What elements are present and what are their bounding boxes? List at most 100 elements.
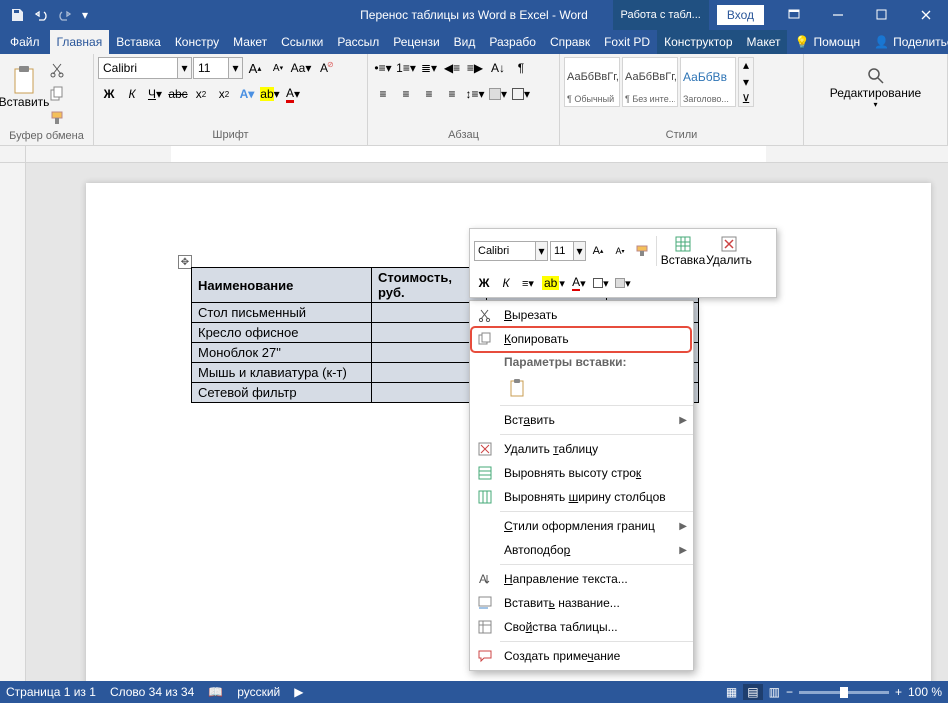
increase-indent-button[interactable]: ≡▶ <box>464 57 486 79</box>
paste-button[interactable]: Вставить <box>4 57 44 117</box>
styles-up-icon[interactable]: ▴ <box>739 58 753 73</box>
status-words[interactable]: Слово 34 из 34 <box>110 685 194 699</box>
zoom-slider[interactable] <box>799 691 889 694</box>
mini-italic[interactable]: К <box>496 273 516 293</box>
cut-button[interactable] <box>46 59 68 81</box>
mini-delete-button[interactable]: Удалить <box>707 233 751 269</box>
borders-button[interactable]: ▾ <box>510 83 532 105</box>
grow-font-button[interactable]: A▴ <box>244 57 266 79</box>
styles-down-icon[interactable]: ▾ <box>739 75 753 90</box>
sort-button[interactable]: A↓ <box>487 57 509 79</box>
menu-autofit[interactable]: Автоподбор▶ <box>470 538 693 562</box>
zoom-value[interactable]: 100 % <box>908 685 942 699</box>
undo-icon[interactable] <box>30 4 52 26</box>
style-normal[interactable]: АаБбВвГг,¶ Обычный <box>564 57 620 107</box>
close-button[interactable] <box>904 0 948 30</box>
mini-highlight[interactable]: ab▾ <box>540 273 567 293</box>
mini-format-painter[interactable] <box>632 241 652 261</box>
font-color-button[interactable]: A▾ <box>282 83 304 105</box>
tab-review[interactable]: Рецензи <box>386 30 446 54</box>
show-marks-button[interactable]: ¶ <box>510 57 532 79</box>
menu-insert-caption[interactable]: Вставить название... <box>470 591 693 615</box>
tab-developer[interactable]: Разрабо <box>482 30 543 54</box>
mini-font-combo[interactable]: Calibri▾ <box>474 241 548 261</box>
signin-button[interactable]: Вход <box>717 5 764 25</box>
zoom-out-button[interactable]: − <box>786 685 793 699</box>
view-print-icon[interactable]: ▤ <box>743 684 762 700</box>
italic-button[interactable]: К <box>121 83 143 105</box>
ribbon-options-icon[interactable] <box>772 0 816 30</box>
align-center-button[interactable]: ≡ <box>395 83 417 105</box>
tab-table-design[interactable]: Конструктор <box>657 30 739 54</box>
menu-paste[interactable]: Вставить▶ <box>470 408 693 432</box>
menu-even-rows[interactable]: Выровнять высоту строк <box>470 461 693 485</box>
style-no-spacing[interactable]: АаБбВвГг,¶ Без инте... <box>622 57 678 107</box>
mini-shading[interactable]: ▾ <box>613 273 633 293</box>
share-button[interactable]: 👤Поделиться <box>867 30 948 54</box>
clear-formatting-button[interactable]: A⊘ <box>313 57 335 79</box>
shading-button[interactable]: ▾ <box>487 83 509 105</box>
styles-more-icon[interactable]: ⊻ <box>739 91 753 106</box>
mini-bold[interactable]: Ж <box>474 273 494 293</box>
justify-button[interactable]: ≡ <box>441 83 463 105</box>
tab-mailings[interactable]: Рассыл <box>330 30 386 54</box>
mini-insert-button[interactable]: Вставка <box>661 233 705 269</box>
decrease-indent-button[interactable]: ◀≡ <box>441 57 463 79</box>
paste-option-keep-source[interactable] <box>504 375 530 401</box>
tab-table-layout[interactable]: Макет <box>740 30 788 54</box>
menu-border-styles[interactable]: Стили оформления границ▶ <box>470 514 693 538</box>
tab-view[interactable]: Вид <box>447 30 483 54</box>
copy-button[interactable] <box>46 83 68 105</box>
numbering-button[interactable]: 1≡▾ <box>395 57 417 79</box>
editing-button[interactable]: Редактирование ▾ <box>831 57 921 117</box>
tab-layout[interactable]: Макет <box>226 30 274 54</box>
style-heading1[interactable]: АаБбВвЗаголово... <box>680 57 736 107</box>
multilevel-button[interactable]: ≣▾ <box>418 57 440 79</box>
menu-cut[interactable]: Вырезать <box>470 303 693 327</box>
superscript-button[interactable]: x2 <box>213 83 235 105</box>
table-header[interactable]: Наименование <box>192 268 372 303</box>
mini-border[interactable]: ▾ <box>591 273 611 293</box>
align-left-button[interactable]: ≡ <box>372 83 394 105</box>
align-right-button[interactable]: ≡ <box>418 83 440 105</box>
status-page[interactable]: Страница 1 из 1 <box>6 685 96 699</box>
mini-align[interactable]: ≡▾ <box>518 273 538 293</box>
ruler-vertical[interactable] <box>0 163 26 683</box>
status-macro-icon[interactable]: ▶ <box>294 685 303 699</box>
ruler-horizontal[interactable] <box>0 146 948 163</box>
tell-me[interactable]: 💡Помощн <box>787 30 867 54</box>
status-spellcheck-icon[interactable]: 📖 <box>208 685 223 699</box>
menu-text-direction[interactable]: AНаправление текста... <box>470 567 693 591</box>
view-web-icon[interactable]: ▥ <box>769 685 780 699</box>
underline-button[interactable]: Ч▾ <box>144 83 166 105</box>
menu-even-cols[interactable]: Выровнять ширину столбцов <box>470 485 693 509</box>
format-painter-button[interactable] <box>46 107 68 129</box>
view-read-icon[interactable]: ▦ <box>726 685 737 699</box>
bold-button[interactable]: Ж <box>98 83 120 105</box>
minimize-button[interactable] <box>816 0 860 30</box>
tab-file[interactable]: Файл <box>0 30 50 54</box>
highlight-button[interactable]: ab▾ <box>259 83 281 105</box>
zoom-in-button[interactable]: + <box>895 685 902 699</box>
table-move-handle-icon[interactable]: ✥ <box>178 255 192 269</box>
mini-shrink-font[interactable]: A▾ <box>610 241 630 261</box>
maximize-button[interactable] <box>860 0 904 30</box>
status-language[interactable]: русский <box>237 685 280 699</box>
font-name-combo[interactable]: Calibri▾ <box>98 57 192 79</box>
qat-customize-icon[interactable]: ▾ <box>78 4 92 26</box>
tab-insert[interactable]: Вставка <box>109 30 168 54</box>
menu-table-properties[interactable]: Свойства таблицы... <box>470 615 693 639</box>
tab-references[interactable]: Ссылки <box>274 30 330 54</box>
text-effects-button[interactable]: A▾ <box>236 83 258 105</box>
mini-size-combo[interactable]: 11▾ <box>550 241 586 261</box>
change-case-button[interactable]: Aa▾ <box>290 57 312 79</box>
subscript-button[interactable]: x2 <box>190 83 212 105</box>
tab-foxit[interactable]: Foxit PD <box>597 30 657 54</box>
mini-grow-font[interactable]: A▴ <box>588 241 608 261</box>
save-icon[interactable] <box>6 4 28 26</box>
line-spacing-button[interactable]: ↕≡▾ <box>464 83 486 105</box>
tab-home[interactable]: Главная <box>50 30 110 54</box>
menu-new-comment[interactable]: Создать примечание <box>470 644 693 668</box>
font-size-combo[interactable]: 11▾ <box>193 57 243 79</box>
menu-copy[interactable]: Копировать <box>470 327 693 351</box>
